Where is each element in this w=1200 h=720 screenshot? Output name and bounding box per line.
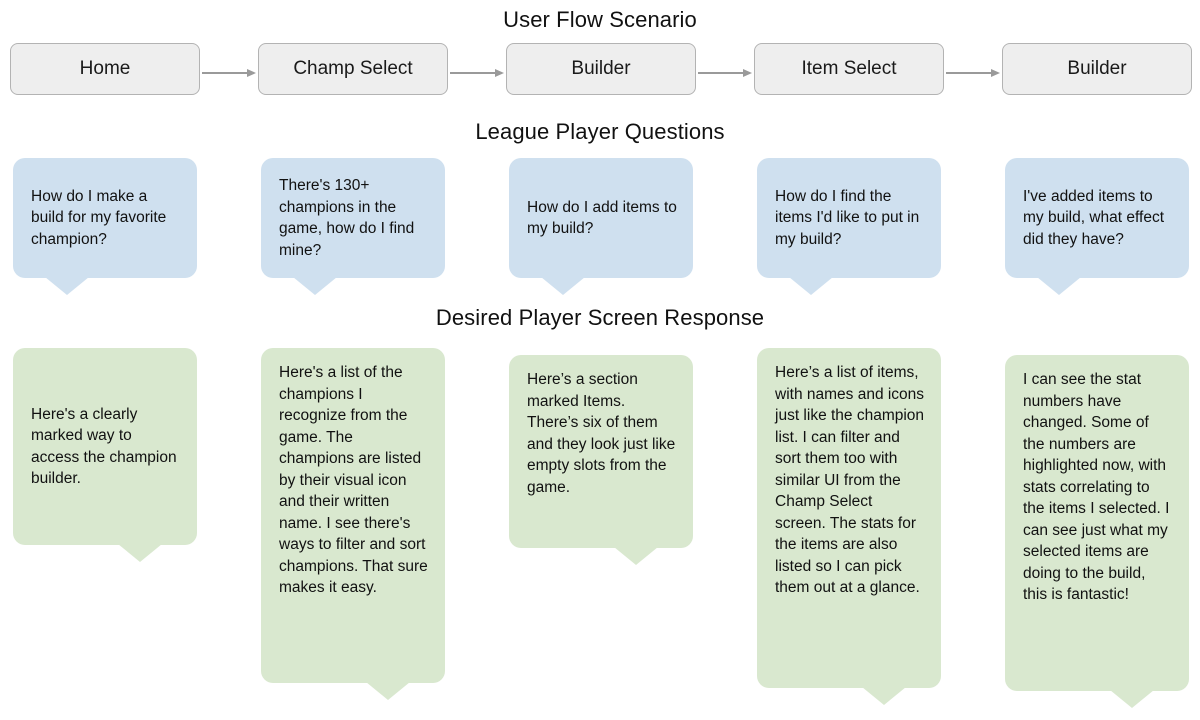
question-text: There's 130+ champions in the game, how …	[279, 177, 415, 259]
question-bubble-2: There's 130+ champions in the game, how …	[261, 158, 445, 295]
flow-step-label: Champ Select	[293, 58, 413, 79]
flow-step-champ-select[interactable]: Champ Select	[258, 43, 448, 95]
question-bubble-3: How do I add items to my build?	[509, 158, 693, 295]
response-text: Here's a list of the champions I recogni…	[279, 364, 428, 596]
bubble-tail-icon	[293, 277, 337, 295]
bubble-tail-icon	[1037, 277, 1081, 295]
response-text: Here's a clearly marked way to access th…	[31, 405, 177, 488]
flow-arrow-3	[698, 68, 752, 78]
section-heading-responses: Desired Player Screen Response	[435, 305, 765, 330]
flow-arrow-1	[202, 68, 256, 78]
response-bubble-4: Here’s a list of items, with names and i…	[757, 348, 941, 705]
flow-step-label: Builder	[571, 58, 631, 79]
section-heading-questions: League Player Questions	[475, 119, 725, 144]
question-text: I've added items to my build, what effec…	[1023, 187, 1165, 248]
bubble-tail-icon	[614, 547, 658, 565]
response-bubble-2: Here's a list of the champions I recogni…	[261, 348, 445, 700]
flow-step-row: Home Champ Select Builder Item Select Bu…	[0, 43, 1200, 95]
user-flow-diagram: User Flow Scenario Home Champ Select Bui…	[0, 0, 1200, 720]
flow-arrow-2	[450, 68, 504, 78]
section-heading-user-flow: User Flow Scenario	[503, 7, 697, 32]
bubble-tail-icon	[118, 544, 162, 562]
response-bubble-1: Here's a clearly marked way to access th…	[13, 348, 197, 562]
bubble-tail-icon	[541, 277, 585, 295]
response-bubble-5: I can see the stat numbers have changed.…	[1005, 355, 1189, 708]
response-text: Here’s a section marked Items. There’s s…	[527, 371, 676, 496]
flow-step-label: Item Select	[801, 58, 897, 79]
flow-step-label: Home	[79, 58, 131, 79]
response-text: I can see the stat numbers have changed.…	[1023, 371, 1170, 603]
flow-step-label: Builder	[1067, 58, 1127, 79]
bubble-tail-icon	[789, 277, 833, 295]
flow-step-builder-1[interactable]: Builder	[506, 43, 696, 95]
question-text: How do I make a build for my favorite ch…	[31, 187, 167, 248]
bubble-tail-icon	[366, 682, 410, 700]
flow-step-builder-2[interactable]: Builder	[1002, 43, 1192, 95]
question-bubble-4: How do I find the items I'd like to put …	[757, 158, 941, 295]
question-bubble-5: I've added items to my build, what effec…	[1005, 158, 1189, 295]
flow-arrow-4	[946, 68, 1000, 78]
question-bubble-1: How do I make a build for my favorite ch…	[13, 158, 197, 295]
question-text: How do I add items to my build?	[527, 198, 677, 238]
response-text: Here’s a list of items, with names and i…	[775, 364, 925, 596]
flow-step-home[interactable]: Home	[10, 43, 200, 95]
response-bubble-3: Here’s a section marked Items. There’s s…	[509, 355, 693, 565]
bubble-tail-icon	[862, 687, 906, 705]
question-text: How do I find the items I'd like to put …	[775, 187, 920, 248]
bubble-tail-icon	[1110, 690, 1154, 708]
flow-step-item-select[interactable]: Item Select	[754, 43, 944, 95]
bubble-tail-icon	[45, 277, 89, 295]
